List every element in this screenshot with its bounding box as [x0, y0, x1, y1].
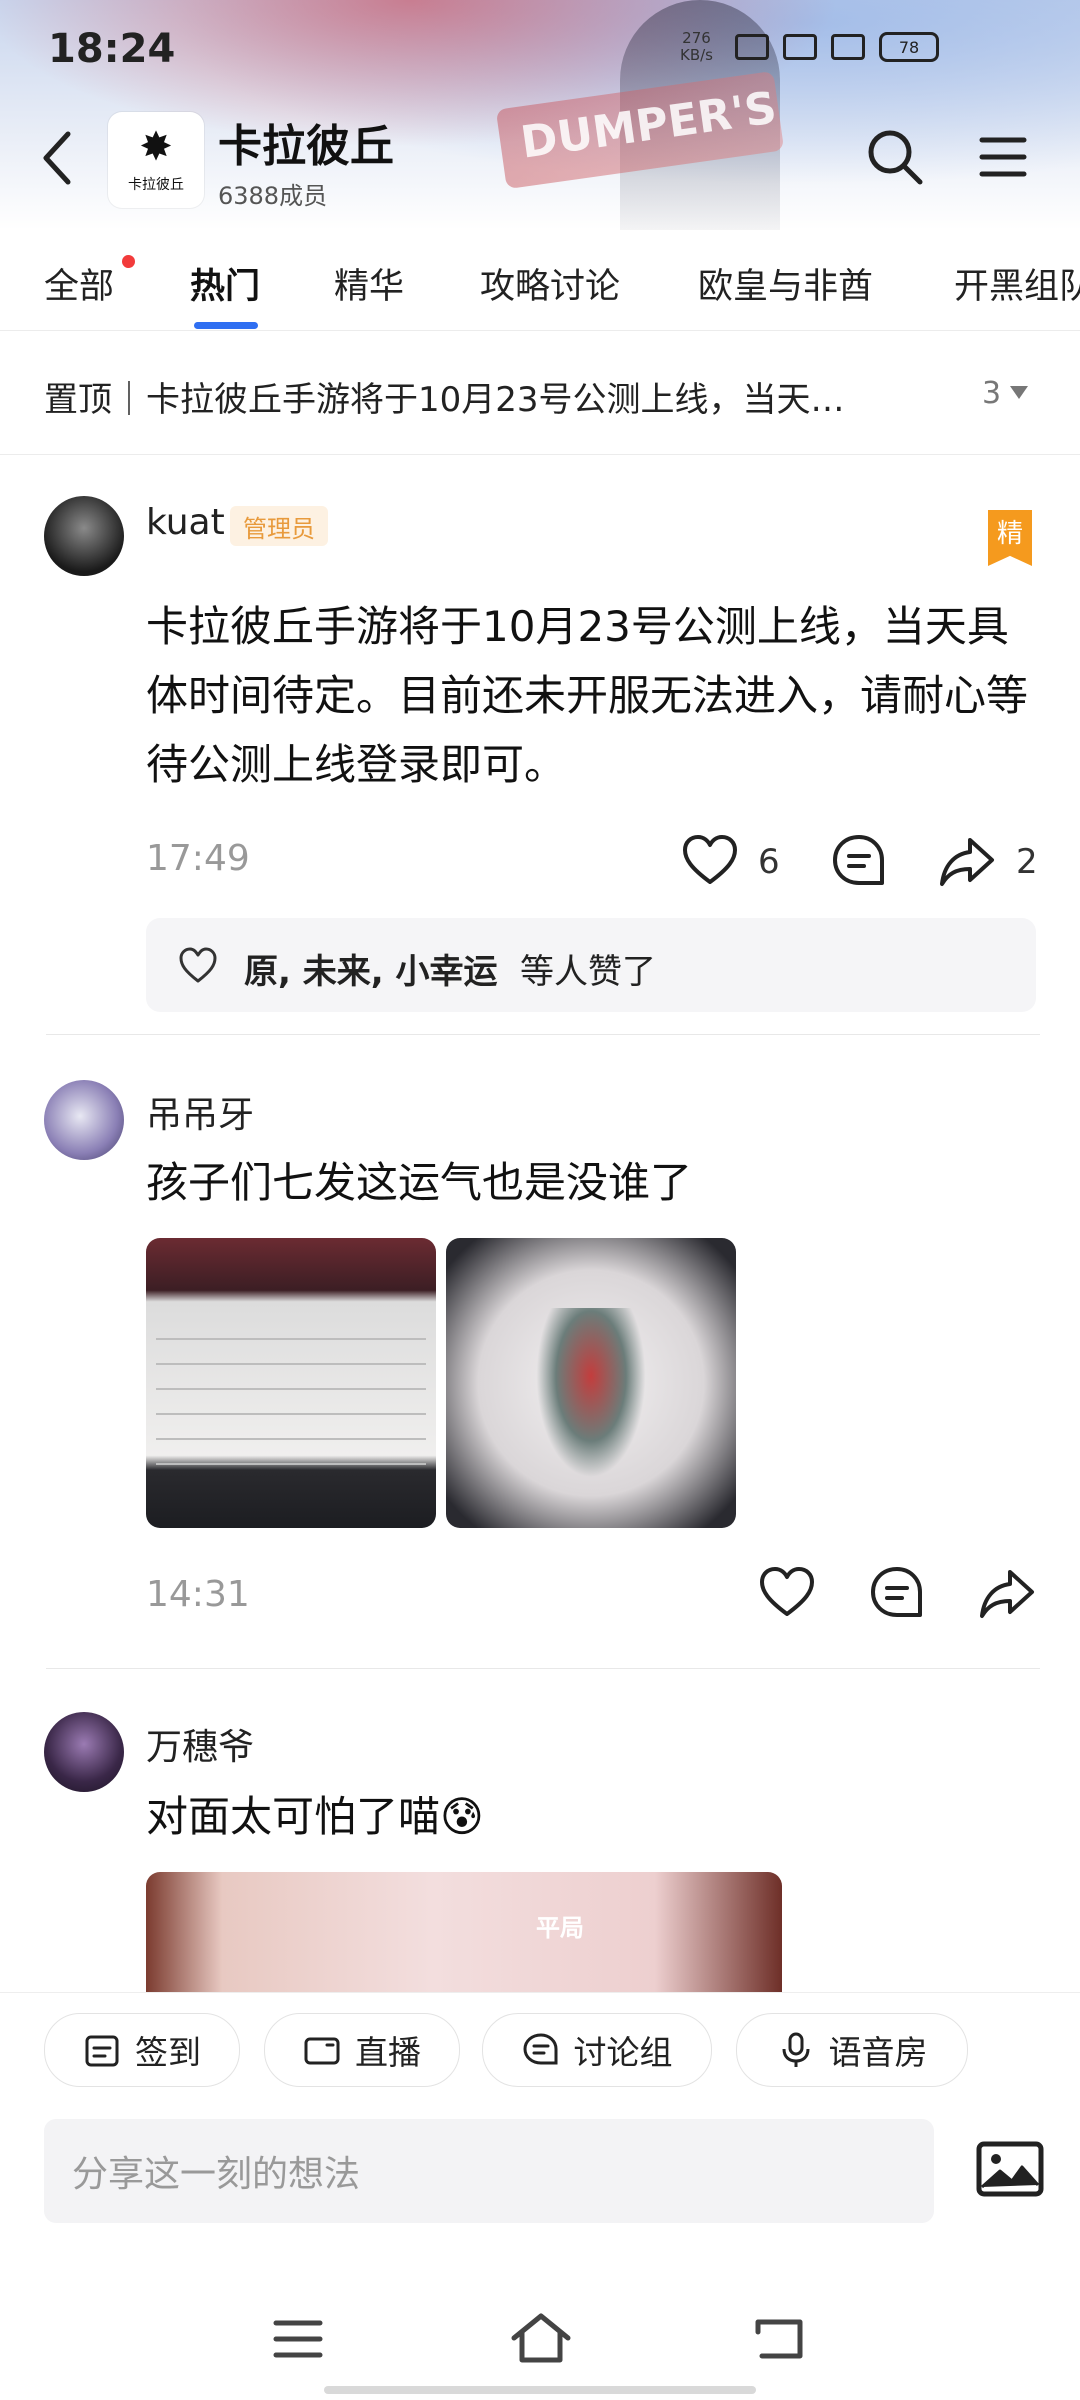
search-icon[interactable]	[866, 128, 924, 186]
system-back-icon[interactable]	[752, 2316, 806, 2362]
microphone-icon	[782, 2032, 809, 2067]
bottom-toolbar: 签到 直播 讨论组 语音房 分享这一刻的想法	[0, 1992, 1080, 2283]
network-speed: 276 KB/s	[680, 30, 713, 64]
network-speed-unit: KB/s	[680, 46, 713, 64]
liked-by-summary[interactable]: 原, 未来, 小幸运 等人赞了	[146, 918, 1036, 1012]
signal-icon	[783, 34, 817, 60]
image-upload-icon[interactable]	[976, 2141, 1044, 2197]
system-nav-bar	[0, 2282, 1080, 2400]
share-icon[interactable]	[978, 1564, 1036, 1622]
avatar[interactable]	[44, 496, 124, 576]
post-content[interactable]: 卡拉彼丘手游将于10月23号公测上线，当天具体时间待定。目前还未开服无法进入，请…	[146, 592, 1036, 799]
logo-star-icon: ✸	[139, 124, 173, 170]
category-tabs: 全部 热门 精华 攻略讨论 欧皇与非酋 开黑组队	[0, 230, 1080, 331]
calendar-icon	[85, 2035, 119, 2067]
post-author[interactable]: kuat	[146, 502, 225, 543]
liked-by-suffix: 等人赞了	[520, 952, 656, 992]
image-result-label: 平局	[536, 1914, 584, 1942]
logo-text: 卡拉彼丘	[128, 177, 184, 193]
liked-by-names: 原, 未来, 小幸运	[244, 952, 498, 992]
discussion-group-label: 讨论组	[573, 2033, 673, 2072]
battery-level: 78	[898, 37, 920, 57]
heart-icon	[179, 947, 217, 983]
pinned-post-text: 置顶｜卡拉彼丘手游将于10月23号公测上线，当天…	[44, 380, 845, 420]
post-image[interactable]	[446, 1238, 736, 1528]
home-icon[interactable]	[510, 2312, 572, 2364]
checkin-label: 签到	[135, 2033, 201, 2072]
pinned-post[interactable]: 置顶｜卡拉彼丘手游将于10月23号公测上线，当天… 3	[0, 330, 1080, 455]
battery-icon: 78	[879, 32, 939, 62]
wifi-icon	[831, 34, 865, 60]
status-time: 18:24	[48, 26, 176, 72]
voice-room-button[interactable]: 语音房	[736, 2013, 968, 2087]
pinned-count: 3	[982, 376, 1002, 411]
active-tab-indicator	[194, 322, 258, 329]
tab-strategy[interactable]: 攻略讨论	[480, 258, 620, 309]
comment-icon[interactable]	[830, 832, 888, 890]
share-thought-input[interactable]: 分享这一刻的想法	[44, 2119, 934, 2223]
tab-all[interactable]: 全部	[44, 258, 114, 309]
share-count: 2	[1016, 842, 1038, 882]
hd-icon	[735, 34, 769, 60]
group-logo[interactable]: ✸ 卡拉彼丘	[108, 112, 204, 208]
post-time: 17:49	[146, 838, 250, 879]
like-icon[interactable]	[758, 1564, 816, 1622]
expand-arrow-icon[interactable]	[1010, 386, 1028, 399]
back-arrow-icon[interactable]	[36, 128, 80, 188]
post-author[interactable]: 万穗爷	[146, 1718, 254, 1770]
tab-luck[interactable]: 欧皇与非酋	[698, 258, 873, 309]
character-figure	[536, 1308, 646, 1478]
tab-hot[interactable]: 热门	[190, 258, 260, 309]
tab-notification-dot	[122, 255, 135, 268]
discussion-group-button[interactable]: 讨论组	[482, 2013, 712, 2087]
chat-bubble-icon	[522, 2033, 557, 2065]
like-count: 6	[758, 842, 780, 882]
share-icon[interactable]	[938, 832, 996, 890]
network-speed-value: 276	[682, 29, 711, 47]
comment-icon[interactable]	[868, 1564, 926, 1622]
tab-team-up[interactable]: 开黑组队	[954, 258, 1080, 309]
menu-icon[interactable]	[978, 132, 1028, 182]
live-label: 直播	[355, 2033, 421, 2072]
tab-featured[interactable]: 精华	[334, 258, 404, 309]
post-content[interactable]: 孩子们七发这运气也是没谁了	[146, 1148, 692, 1217]
checkin-button[interactable]: 签到	[44, 2013, 240, 2087]
status-bar-right: 276 KB/s 78	[680, 30, 939, 64]
post-content[interactable]: 对面太可怕了喵😰	[146, 1782, 484, 1851]
group-member-count: 6388成员	[218, 182, 328, 210]
like-icon[interactable]	[681, 832, 739, 890]
home-indicator	[324, 2386, 756, 2394]
post-time: 14:31	[146, 1574, 250, 1615]
featured-badge: 精	[988, 510, 1032, 566]
post-divider	[46, 1668, 1040, 1669]
post-author[interactable]: 吊吊牙	[146, 1086, 254, 1138]
live-button[interactable]: 直播	[264, 2013, 460, 2087]
voice-room-label: 语音房	[828, 2033, 928, 2072]
post-image[interactable]	[146, 1238, 436, 1528]
video-camera-icon	[304, 2037, 340, 2065]
avatar[interactable]	[44, 1712, 124, 1792]
group-name: 卡拉彼丘	[218, 121, 394, 172]
avatar[interactable]	[44, 1080, 124, 1160]
post-image[interactable]: 平局	[146, 1872, 782, 1992]
admin-badge: 管理员	[230, 506, 328, 546]
recent-apps-icon[interactable]	[272, 2318, 324, 2360]
post-divider	[46, 1034, 1040, 1035]
